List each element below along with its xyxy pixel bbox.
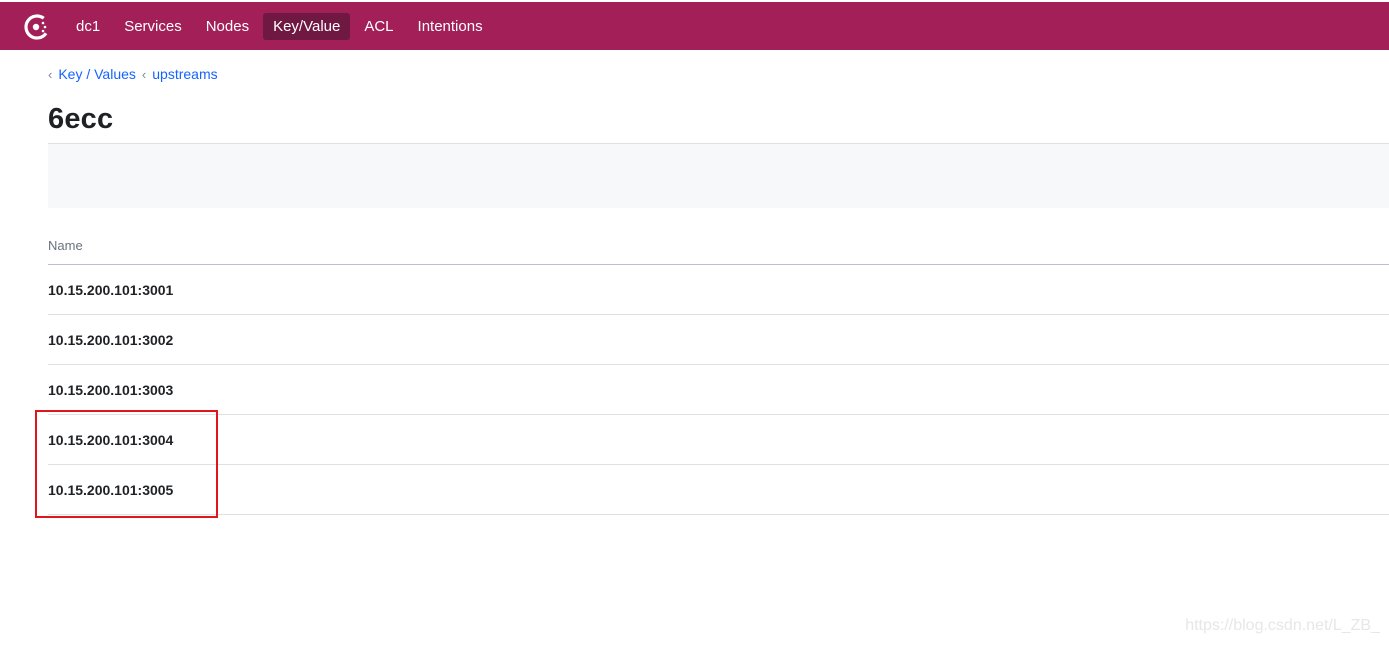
- chevron-left-icon: ‹: [48, 66, 53, 82]
- table-row[interactable]: 10.15.200.101:3004: [48, 415, 1389, 465]
- nav-datacenter-dc1[interactable]: dc1: [66, 13, 110, 40]
- nav-acl[interactable]: ACL: [354, 13, 403, 40]
- page-title: 6ecc: [48, 103, 114, 135]
- table-row[interactable]: 10.15.200.101:3005: [48, 465, 1389, 515]
- consul-logo-icon[interactable]: [22, 12, 52, 42]
- chevron-left-icon: ‹: [141, 66, 147, 82]
- table-row[interactable]: 10.15.200.101:3002: [48, 315, 1389, 365]
- nav-key-value[interactable]: Key/Value: [263, 13, 351, 40]
- filter-bar: [48, 144, 1389, 208]
- column-header-name: Name: [48, 224, 1389, 265]
- nav-intentions[interactable]: Intentions: [408, 13, 493, 40]
- breadcrumb-upstreams-label[interactable]: upstreams: [152, 66, 217, 82]
- breadcrumb: ‹ Key / Values ‹ upstreams: [48, 66, 218, 82]
- nav-services[interactable]: Services: [114, 13, 192, 40]
- watermark: https://blog.csdn.net/L_ZB_: [1185, 617, 1380, 634]
- top-navigation-bar: dc1 Services Nodes Key/Value ACL Intenti…: [0, 2, 1389, 50]
- breadcrumb-key-values[interactable]: ‹ Key / Values: [48, 66, 136, 82]
- nav-nodes[interactable]: Nodes: [196, 13, 259, 40]
- table-row[interactable]: 10.15.200.101:3001: [48, 265, 1389, 315]
- kv-table: Name 10.15.200.101:3001 10.15.200.101:30…: [48, 224, 1389, 515]
- breadcrumb-key-values-label[interactable]: Key / Values: [58, 66, 136, 82]
- table-row[interactable]: 10.15.200.101:3003: [48, 365, 1389, 415]
- highlight-annotation-box: [35, 410, 218, 518]
- breadcrumb-upstreams[interactable]: ‹ upstreams: [142, 66, 218, 82]
- main-nav: dc1 Services Nodes Key/Value ACL Intenti…: [66, 13, 497, 40]
